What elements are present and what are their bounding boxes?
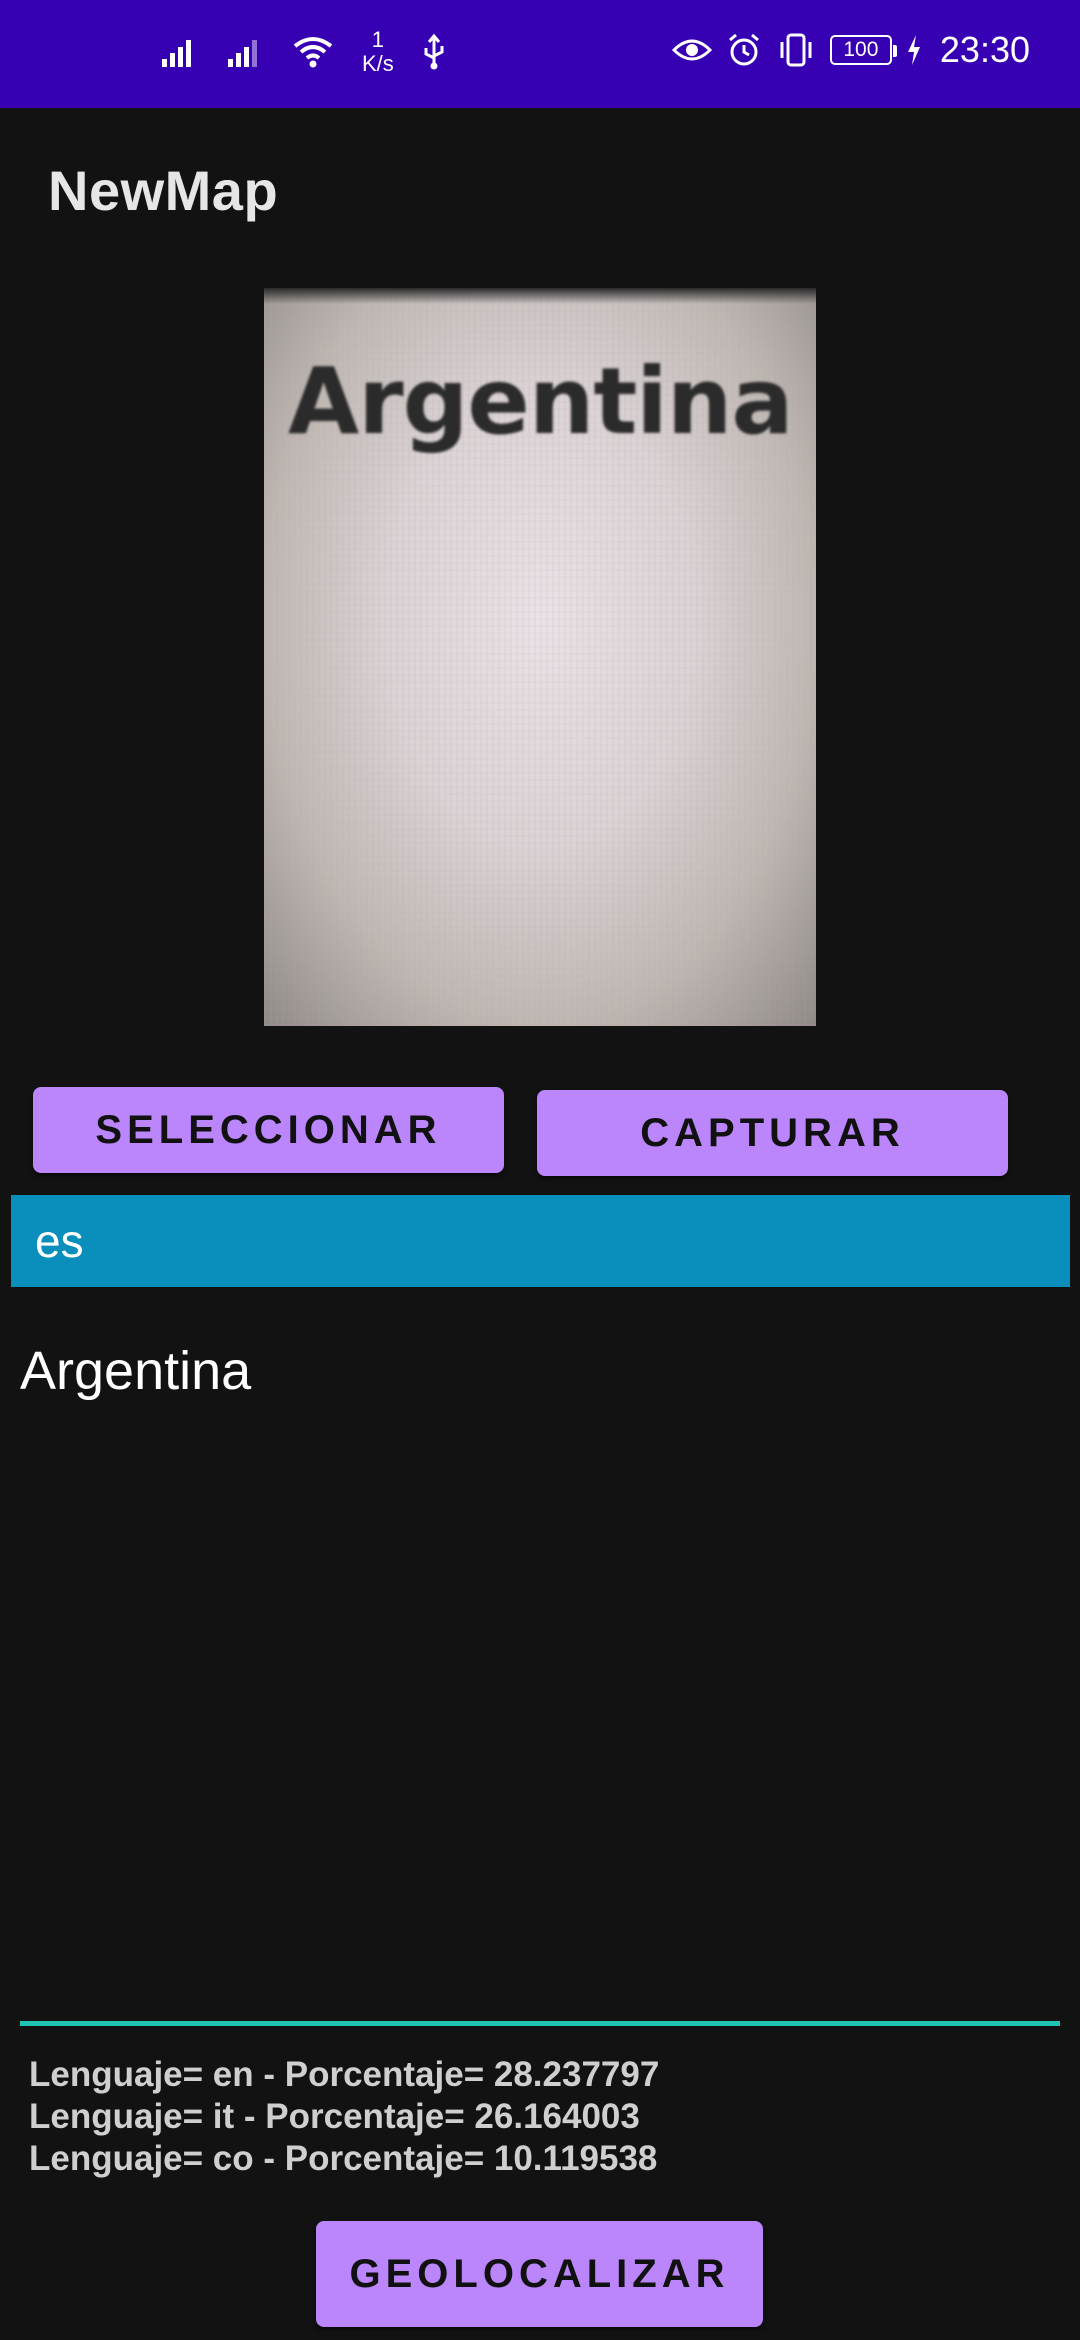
result-line: Lenguaje= it - Porcentaje= 26.164003 [29,2097,640,2136]
detected-language-value: es [35,1215,84,1267]
status-bar-right: 100 23:30 [671,29,1030,70]
eye-icon [671,35,712,65]
alarm-icon [726,32,762,68]
language-results: Lenguaje= en - Porcentaje= 28.237797 Len… [29,2054,659,2180]
result-line: Lenguaje= co - Porcentaje= 10.119538 [29,2139,658,2178]
battery-level: 100 [843,38,879,61]
geolocate-button[interactable]: GEOLOCALIZAR [316,2221,763,2327]
clock: 23:30 [939,29,1030,70]
network-speed-unit: K/s [362,51,394,76]
image-text: Argentina [288,348,793,455]
divider [20,2021,1060,2026]
capture-button[interactable]: CAPTURAR [537,1090,1008,1176]
network-speed: 1 K/s [362,28,394,76]
signal-icon [226,35,264,69]
select-button[interactable]: SELECCIONAR [33,1087,504,1173]
battery-icon: 100 [829,35,897,65]
charging-icon [906,34,922,66]
wifi-icon [292,35,334,69]
result-line: Lenguaje= en - Porcentaje= 28.237797 [29,2055,660,2094]
signal-icon [160,35,198,69]
status-bar: 1 K/s 100 23:30 [0,0,1080,108]
captured-image: Argentina [264,288,816,1026]
usb-icon [422,34,446,70]
detected-language-field: es [11,1195,1070,1287]
app-title: NewMap [48,159,279,222]
network-speed-value: 1 [371,27,385,52]
recognized-text: Argentina [20,1341,252,1401]
status-bar-left: 1 K/s [160,28,446,76]
vibrate-icon [776,32,816,68]
